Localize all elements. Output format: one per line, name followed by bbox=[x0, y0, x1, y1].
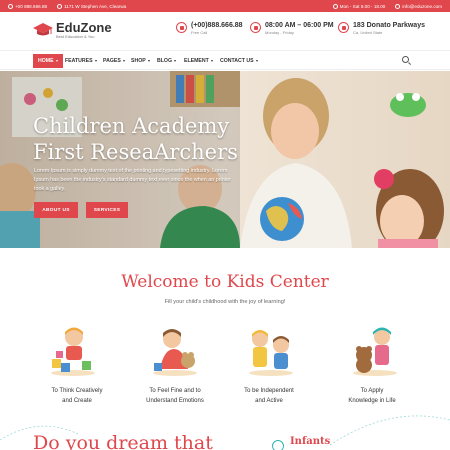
search-icon[interactable] bbox=[402, 56, 409, 63]
nav-pages[interactable]: PAGES bbox=[103, 54, 125, 68]
topbar-email[interactable]: info@eduzone.com bbox=[395, 3, 442, 9]
contact-address: 183 Donato Parkways Ca, United State bbox=[338, 21, 425, 36]
map-icon bbox=[338, 22, 349, 33]
nav-features-label: FEATURES bbox=[65, 58, 93, 64]
chevron-down-icon bbox=[94, 60, 97, 62]
services-button[interactable]: SERVICES bbox=[86, 202, 128, 218]
hero-title-line2: First ReseaArchers bbox=[33, 140, 238, 164]
nav-pages-label: PAGES bbox=[103, 58, 121, 64]
two-children-illustration bbox=[249, 330, 293, 376]
welcome-subtitle: Fill your child's childhood with the joy… bbox=[164, 299, 286, 305]
infant-icon bbox=[272, 440, 284, 450]
chevron-down-icon bbox=[174, 60, 176, 62]
logo[interactable]: EduZone Best Education & You bbox=[33, 21, 112, 39]
topbar-address-text: 1171 W Stephen Ave, Clearwa bbox=[64, 3, 127, 9]
chevron-down-icon bbox=[210, 60, 213, 62]
topbar-email-text: info@eduzone.com bbox=[402, 3, 442, 9]
contact-hours-days: Monday - Friday bbox=[265, 30, 294, 35]
header: EduZone Best Education & You (+00)888.66… bbox=[0, 12, 450, 50]
topbar-hours-text: Mon - Sat 8.00 - 18.00 bbox=[339, 3, 386, 9]
nav-home-label: HOME bbox=[38, 58, 54, 64]
hero-title-line1: Children Academy bbox=[33, 114, 230, 138]
child-with-teddy-bear-illustration bbox=[353, 327, 397, 376]
contact-address-street: 183 Donato Parkways bbox=[353, 22, 425, 29]
graduation-cap-icon bbox=[33, 23, 53, 36]
nav-element[interactable]: ELEMENT bbox=[184, 54, 213, 68]
dream-heading: Do you dream that bbox=[33, 432, 213, 450]
contact-phone-number: (+00)888.666.88 bbox=[191, 22, 243, 29]
topbar-hours: Mon - Sat 8.00 - 18.00 bbox=[332, 3, 386, 9]
chevron-down-icon bbox=[147, 60, 150, 62]
nav-home[interactable]: HOME bbox=[33, 54, 63, 68]
hero-slider: Children Academy First ReseaArchers Lore… bbox=[0, 71, 450, 248]
nav-features[interactable]: FEATURES bbox=[65, 54, 97, 68]
nav-contact[interactable]: CONTACT US bbox=[220, 54, 258, 68]
contact-address-region: Ca, United State bbox=[353, 30, 383, 35]
nav-shop[interactable]: SHOP bbox=[131, 54, 150, 68]
nav-blog[interactable]: BLOG bbox=[157, 54, 176, 68]
chevron-down-icon bbox=[122, 60, 125, 62]
topbar-address: 1171 W Stephen Ave, Clearwa bbox=[57, 3, 127, 9]
top-bar: +00 888.666.88 1171 W Stephen Ave, Clear… bbox=[0, 0, 450, 12]
contact-phone: (+00)888.666.88 Free Call bbox=[176, 21, 243, 36]
contact-hours-time: 08:00 AM – 06:00 PM bbox=[265, 22, 334, 29]
chevron-down-icon bbox=[55, 60, 58, 62]
hero-description: Lorem Ipsum is simply dummy text of the … bbox=[34, 168, 231, 192]
child-with-toy-illustration bbox=[153, 329, 197, 376]
phone-icon bbox=[176, 22, 187, 33]
about-us-button[interactable]: ABOUT US bbox=[34, 202, 78, 218]
mail-icon bbox=[395, 3, 401, 9]
nav-shop-label: SHOP bbox=[131, 58, 146, 64]
logo-name: EduZone bbox=[56, 19, 112, 35]
clock-icon bbox=[250, 22, 261, 33]
page: +00 888.666.88 1171 W Stephen Ave, Clear… bbox=[0, 0, 450, 450]
main-nav: HOME FEATURES PAGES SHOP BLOG ELEMENT CO… bbox=[0, 50, 450, 70]
nav-element-label: ELEMENT bbox=[184, 58, 209, 64]
phone-icon bbox=[8, 3, 13, 9]
nav-contact-label: CONTACT US bbox=[220, 58, 254, 64]
topbar-phone-text: +00 888.666.88 bbox=[15, 3, 48, 9]
contact-hours: 08:00 AM – 06:00 PM Monday - Friday bbox=[250, 21, 334, 36]
chevron-down-icon bbox=[255, 60, 258, 62]
hero-title: Children Academy First ReseaArchers bbox=[33, 113, 238, 165]
topbar-phone[interactable]: +00 888.666.88 bbox=[8, 3, 48, 9]
welcome-title: Welcome to Kids Center bbox=[121, 272, 329, 292]
nav-blog-label: BLOG bbox=[157, 58, 172, 64]
clock-icon bbox=[332, 3, 338, 9]
child-building-blocks-illustration bbox=[51, 327, 95, 376]
contact-phone-note: Free Call bbox=[191, 30, 208, 35]
infants-item: Infants bbox=[290, 436, 331, 447]
location-icon bbox=[57, 3, 63, 9]
